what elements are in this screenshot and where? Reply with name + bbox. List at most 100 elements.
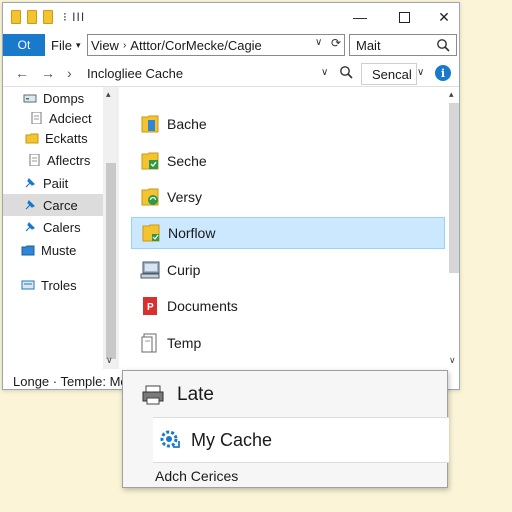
ribbon-row: Ot File ▾ View › Atttor/CorMecke/Cagie ∨… <box>3 33 459 59</box>
popup-item-late[interactable]: Late <box>123 375 447 415</box>
breadcrumb-separator: › <box>122 39 127 51</box>
sidebar-item-label: Eckatts <box>45 130 88 146</box>
folder-icon <box>27 10 37 24</box>
address-bar[interactable]: View › Atttor/CorMecke/Cagie <box>87 34 345 56</box>
sidebar-item[interactable]: Carce <box>3 194 103 216</box>
sidebar-scrollbar[interactable]: ▴ ∨ <box>103 87 119 369</box>
file-row[interactable]: Bache <box>131 108 445 140</box>
navigation-pane: Domps Adciect Eckatts Aflectrs Paiit Car… <box>3 87 119 369</box>
file-name: Versy <box>167 189 203 205</box>
popup-item-label: Adch Cerices <box>155 468 239 484</box>
sidebar-item-label: Troles <box>41 277 77 293</box>
scroll-down-icon[interactable]: ∨ <box>449 355 456 366</box>
sidebar-item-label: Muste <box>41 242 77 258</box>
maximize-icon <box>398 11 410 23</box>
title-bar: ⁝ III — ✕ <box>3 3 459 31</box>
search-field[interactable]: Mait <box>349 34 457 56</box>
sidebar-item[interactable]: Muste <box>3 239 103 261</box>
file-name: Bache <box>167 116 207 132</box>
sidebar-item-label: Aflectrs <box>47 152 91 168</box>
printer-icon <box>141 384 165 406</box>
explorer-window: ⁝ III — ✕ Ot File ▾ View › Atttor/CorMec… <box>2 2 460 390</box>
file-name: Documents <box>167 298 238 314</box>
search-icon[interactable] <box>436 38 450 52</box>
sidebar-item[interactable]: Adciect <box>3 107 103 129</box>
status-text: Longe · Templе: Me <box>13 373 128 389</box>
refresh-icon[interactable]: ⟳ <box>331 36 341 50</box>
sidebar-item[interactable]: Aflectrs <box>3 149 103 171</box>
popup-item-label: Late <box>177 384 214 405</box>
chevron-down-icon[interactable]: ∨ <box>315 37 322 48</box>
pin-icon <box>23 221 37 233</box>
search-box[interactable]: Sencal <box>361 63 417 85</box>
folder-blue-doc-icon <box>139 113 161 135</box>
sidebar-item-label: Adciect <box>49 110 92 126</box>
navigation-row: ← → › Inclogliee Cache ∨ Sencal ∨ i <box>3 61 459 87</box>
chevron-down-icon[interactable]: ∨ <box>321 67 328 78</box>
chevron-down-icon: ▾ <box>75 39 81 50</box>
sidebar-item[interactable]: Troles <box>3 274 103 296</box>
sidebar-item-label: Paiit <box>43 175 69 191</box>
pin-icon <box>23 199 37 211</box>
maximize-button[interactable] <box>387 3 421 31</box>
address-segment-path[interactable]: Atttor/CorMecke/Cagie <box>130 38 262 53</box>
popup-item-adch-cerices[interactable]: Adch Cerices <box>123 465 447 487</box>
file-icon <box>139 332 161 354</box>
current-path[interactable]: Inclogliee Cache <box>87 66 183 81</box>
scrollbar-thumb[interactable] <box>106 163 116 359</box>
scroll-up-icon[interactable]: ▴ <box>449 89 454 100</box>
folder-blue-icon <box>21 244 35 256</box>
file-menu[interactable]: File ▾ <box>51 34 80 56</box>
sidebar-item[interactable]: Calers <box>3 216 103 238</box>
folder-icon <box>11 10 21 24</box>
back-button[interactable]: ← <box>15 65 29 81</box>
file-row[interactable]: Seche <box>131 145 445 177</box>
context-popup: Late My Cache Adch Cerices <box>122 370 449 488</box>
chevron-down-icon[interactable]: ∨ <box>417 67 424 78</box>
file-name: Seche <box>167 153 207 169</box>
file-list-scrollbar[interactable]: ▴ ∨ <box>447 87 461 369</box>
computer-icon <box>139 259 161 281</box>
folder-green-icon <box>139 150 161 172</box>
info-icon[interactable]: i <box>435 65 451 81</box>
file-name: Curip <box>167 262 201 278</box>
file-row[interactable]: P Documents <box>131 290 445 322</box>
gear-sync-icon <box>157 427 183 453</box>
forward-button[interactable]: → <box>41 65 55 81</box>
file-name: Temp <box>167 335 202 351</box>
file-row[interactable]: Versy <box>131 181 445 213</box>
folder-icon <box>43 10 53 24</box>
pdf-icon: P <box>139 295 161 317</box>
folder-icon <box>25 132 39 144</box>
search-icon[interactable] <box>339 65 353 79</box>
pin-icon <box>23 177 37 189</box>
file-name: Norflow <box>168 225 216 241</box>
svg-text:P: P <box>147 302 154 313</box>
minimize-button[interactable]: — <box>343 3 377 31</box>
scrollbar-thumb[interactable] <box>449 103 459 273</box>
file-menu-label: File <box>51 37 72 53</box>
close-button[interactable]: ✕ <box>427 3 461 31</box>
search-box-label: Sencal <box>372 66 412 82</box>
sidebar-item-label: Carce <box>43 197 78 213</box>
scroll-down-icon[interactable]: ∨ <box>106 355 113 366</box>
quick-access-glyph[interactable]: ⁝ III <box>63 10 85 24</box>
document-icon <box>27 154 41 166</box>
sidebar-item[interactable]: Eckatts <box>3 127 103 149</box>
sidebar-item-label: Domps <box>43 90 85 106</box>
drive-icon <box>21 279 35 291</box>
file-row[interactable]: Temp <box>131 327 445 359</box>
up-button[interactable]: › <box>67 65 72 81</box>
sidebar-item[interactable]: Paiit <box>3 172 103 194</box>
address-segment-view[interactable]: View <box>91 38 119 53</box>
sidebar-item[interactable]: Domps <box>3 87 103 109</box>
scroll-up-icon[interactable]: ▴ <box>106 89 111 100</box>
sidebar-item-label: Calers <box>43 219 81 235</box>
file-list: Bache Seche Versy Norflow Curip P Docume… <box>131 95 447 371</box>
file-row[interactable]: Curip <box>131 254 445 286</box>
ribbon-blue-tab[interactable]: Ot <box>3 34 45 56</box>
popup-item-label: My Cache <box>191 429 273 450</box>
search-placeholder: Mait <box>356 37 381 53</box>
popup-item-my-cache[interactable]: My Cache <box>153 417 449 463</box>
file-row-selected[interactable]: Norflow <box>131 217 445 249</box>
